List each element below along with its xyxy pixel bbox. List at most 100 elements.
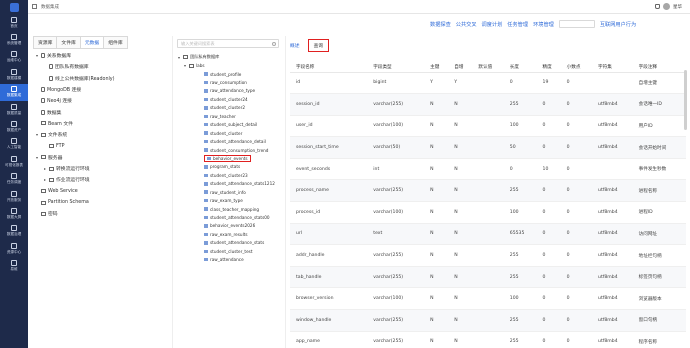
sidebar-item[interactable]: 数据大屏 <box>0 205 28 222</box>
tab-file-lib[interactable]: 文件库 <box>56 36 80 49</box>
sidebar-item[interactable]: 系统管理 <box>0 31 28 48</box>
table-node[interactable]: raw_consumption <box>178 78 278 86</box>
tree-node[interactable]: Beam 文件 <box>36 118 166 129</box>
table-row[interactable]: user_id varchar(100) N N 100 0 0 utf8mb4 用户ID <box>290 115 686 138</box>
table-row[interactable]: session_start_time varchar(50) N N 50 0 0 utf8m… <box>290 136 686 159</box>
table-row[interactable]: browser_version varchar(100) N N 100 0 0 utf8mb… <box>290 287 686 311</box>
table-row[interactable]: id bigint Y Y 0 19 0 自增主键 <box>290 72 686 95</box>
table-node[interactable]: raw_teacher <box>178 112 278 120</box>
table-row[interactable]: window_handle varchar(255) N N 255 0 0 utf8mb4 窗… <box>290 309 686 332</box>
column-header[interactable]: 自增 <box>448 62 473 73</box>
user-name[interactable]: 星华 <box>673 4 682 10</box>
sidebar-item[interactable]: 数据集成 <box>0 83 28 101</box>
tree-schema[interactable]: ▾ labs <box>178 61 278 69</box>
table-node[interactable]: behavior_events2026 <box>178 222 278 230</box>
tab-overview[interactable]: 概述 <box>290 42 300 49</box>
table-row[interactable]: event_seconds int N N 0 10 0 事件发生秒数 <box>290 158 686 181</box>
tree-node[interactable]: FTP <box>36 140 166 151</box>
link-schedule-plan[interactable]: 调度计划 <box>482 21 503 28</box>
table-node[interactable]: raw_exam_type <box>178 196 278 204</box>
table-row[interactable]: tab_handle varchar(255) N N 255 0 0 utf8mb4 标签页句… <box>290 266 686 289</box>
table-node[interactable]: student_profile <box>178 70 278 78</box>
tree-node[interactable]: 线上公共数据库(Readonly) <box>36 73 166 84</box>
link-task-manage[interactable]: 任务管理 <box>507 21 528 28</box>
column-header[interactable]: 字段名称 <box>290 62 368 73</box>
column-header[interactable]: 精度 <box>536 62 561 73</box>
table-search-input[interactable]: 输入关键词搜索表 <box>177 39 279 48</box>
table-node[interactable]: student_attendance_stats <box>178 239 278 247</box>
tree-node[interactable]: 密码 <box>36 208 166 219</box>
tree-node[interactable]: 数据集 <box>36 106 166 117</box>
selected-table-highlight[interactable]: behavior_events <box>204 154 251 162</box>
tree-node[interactable]: Web Service <box>36 186 166 197</box>
sidebar-item[interactable]: 运维中心 <box>0 49 28 66</box>
column-header[interactable]: 字段注释 <box>632 62 686 73</box>
table-node[interactable]: student_cluster <box>178 129 278 137</box>
tab-metadata[interactable]: 元数据 <box>79 36 104 49</box>
table-node[interactable]: program_stats <box>178 163 278 171</box>
sidebar-item[interactable]: 任务调度 <box>0 171 28 188</box>
link-env-manage[interactable]: 环境管理 <box>533 21 554 28</box>
sidebar-item[interactable]: 人工智能 <box>0 136 28 153</box>
sidebar-item[interactable]: 可视化报表 <box>0 153 28 170</box>
table-node[interactable]: student_subject_detail <box>178 121 278 129</box>
scrollbar[interactable] <box>684 70 687 130</box>
table-node[interactable]: student_attendance_detail <box>178 137 278 145</box>
tree-node[interactable]: ▸ 作业流运行环境 <box>36 174 166 185</box>
table-node-label: raw_teacher <box>210 113 236 119</box>
sidebar-item[interactable]: 数据质量 <box>0 101 28 118</box>
tree-node[interactable]: ▾ 服务器 <box>36 152 166 163</box>
tree-node[interactable]: ▾ 文件系统 <box>36 129 166 140</box>
link-public-cross[interactable]: 公共交叉 <box>456 21 477 28</box>
sidebar-item[interactable]: 数据资产 <box>0 118 28 135</box>
tab-resource-lib[interactable]: 资源库 <box>33 36 57 49</box>
column-header[interactable]: 默认值 <box>472 62 504 73</box>
table-node[interactable]: raw_exam_results <box>178 230 278 238</box>
column-header[interactable]: 小数点 <box>560 62 593 73</box>
table-row[interactable]: process_name varchar(255) N N 255 0 0 utf8mb4 进程… <box>290 179 686 203</box>
tab-query[interactable]: 查询 <box>307 39 330 52</box>
sidebar-item[interactable]: 易维 <box>0 257 28 274</box>
avatar[interactable] <box>663 3 670 10</box>
table-node[interactable]: student_attendance_stats1212 <box>178 180 278 188</box>
table-row[interactable]: url text N N 65535 0 0 utf8mb4 访问网址 <box>290 223 686 246</box>
column-header[interactable]: 主键 <box>424 62 449 73</box>
bell-icon[interactable] <box>655 4 660 9</box>
sidebar-item[interactable]: 开放服务 <box>0 188 28 205</box>
table-node[interactable]: raw_student_info <box>178 188 278 196</box>
table-row[interactable]: addr_handle varchar(255) N N 255 0 0 utf8mb4 地址栏… <box>290 244 686 267</box>
tab-component-lib[interactable]: 组件库 <box>103 36 128 49</box>
table-node[interactable]: raw_attendance_type <box>178 87 278 95</box>
home-icon[interactable] <box>32 4 37 9</box>
table-row[interactable]: process_id varchar(100) N N 100 0 0 utf8mb4 进程ID <box>290 201 686 224</box>
column-header[interactable]: 字段类型 <box>367 62 425 73</box>
sidebar-item[interactable]: 数据治理 <box>0 223 28 240</box>
tree-node[interactable]: ▾ 关系数据库 <box>36 50 166 61</box>
tree-node[interactable]: ▸ 转换流运行环境 <box>36 163 166 174</box>
tree-node[interactable]: 团队私有数据库 <box>36 61 166 72</box>
environment-select[interactable] <box>558 20 595 28</box>
table-node[interactable]: class_teacher_mapping <box>178 205 278 213</box>
sidebar-item[interactable]: 资源中心 <box>0 240 28 257</box>
table-row[interactable]: app_name varchar(255) N N 255 0 0 utf8mb4 程序名称 <box>290 331 686 348</box>
sidebar-item[interactable]: 数据建模 <box>0 66 28 83</box>
table-node[interactable]: student_consumption_trend <box>178 146 278 154</box>
table-node[interactable]: student_cluster23 <box>178 171 278 179</box>
table-node[interactable]: student_cluster2 <box>178 104 278 112</box>
tree-root-db[interactable]: ▾ 团队私有数据库 <box>178 53 278 61</box>
tree-node[interactable]: MongoDB 连接 <box>36 84 166 95</box>
project-name-link[interactable]: 互联网用户行为 <box>600 21 636 28</box>
tree-node[interactable]: Neo4j 连接 <box>36 95 166 106</box>
table-node[interactable]: behavior_events <box>178 154 278 162</box>
table-node[interactable]: student_cluster_test <box>178 247 278 255</box>
column-header[interactable]: 长度 <box>503 62 537 73</box>
table-node[interactable]: student_attendance_stats00 <box>178 213 278 221</box>
table-row[interactable]: session_id varchar(255) N N 255 0 0 utf8mb4 会话唯一… <box>290 93 686 116</box>
sidebar-item[interactable]: 首页 <box>0 14 28 31</box>
link-data-explore[interactable]: 数据探查 <box>430 21 451 28</box>
search-icon[interactable] <box>272 41 276 46</box>
tree-node[interactable]: Partition Schema <box>36 197 166 208</box>
table-node[interactable]: student_cluster24 <box>178 95 278 103</box>
column-header[interactable]: 字符集 <box>592 62 633 73</box>
table-node[interactable]: raw_attendance <box>178 256 278 264</box>
